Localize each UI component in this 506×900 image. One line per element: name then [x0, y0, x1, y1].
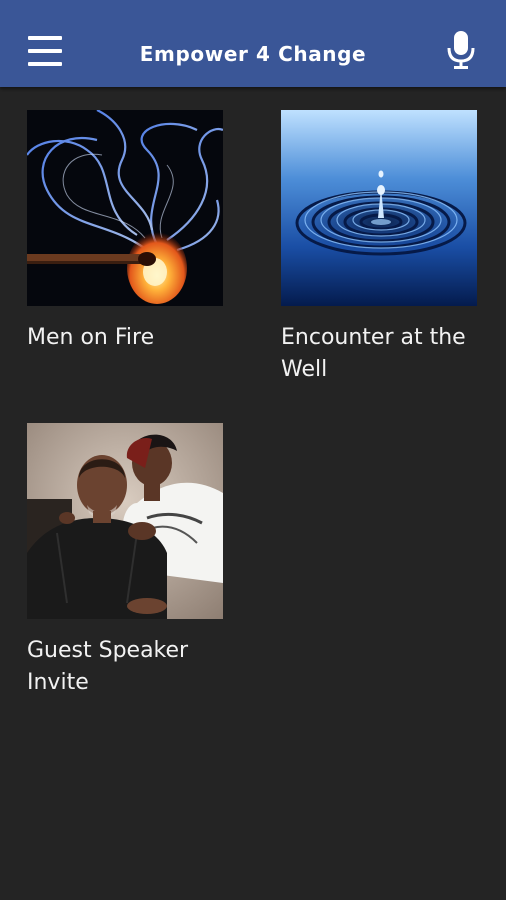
top-app-bar: Empower 4 Change: [0, 0, 506, 87]
tile-guest-speaker-invite[interactable]: Guest Speaker Invite: [27, 423, 227, 699]
microphone-icon[interactable]: [446, 31, 476, 69]
water-drop-image: [281, 110, 477, 306]
tile-label: Men on Fire: [27, 325, 155, 350]
app-title: Empower 4 Change: [139, 42, 367, 66]
tile-label: Encounter at the Well: [281, 325, 466, 382]
tile-encounter-at-the-well[interactable]: Encounter at the Well: [281, 110, 481, 386]
tile-label: Guest Speaker Invite: [27, 638, 189, 695]
couple-portrait-image: [27, 423, 223, 619]
burning-match-image: [27, 110, 223, 306]
app-screen: Empower 4 Change Men on Fire Encounter a…: [0, 0, 506, 900]
tile-men-on-fire[interactable]: Men on Fire: [27, 110, 227, 354]
